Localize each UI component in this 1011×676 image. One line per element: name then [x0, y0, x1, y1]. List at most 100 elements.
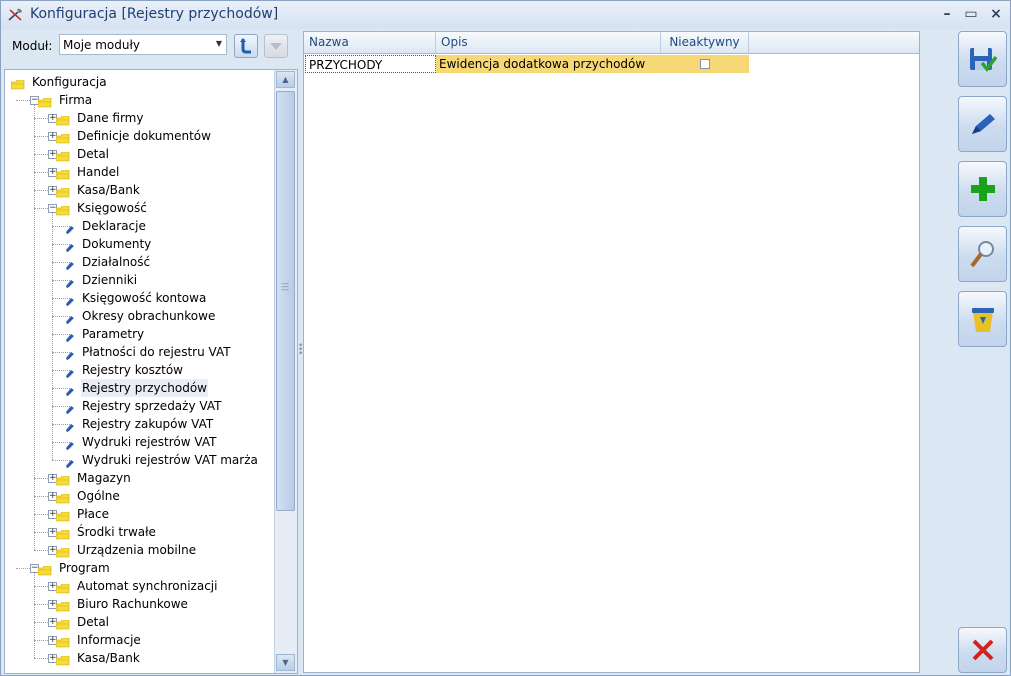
tree-folder[interactable]: − Program [5, 559, 273, 577]
cell-nazwa[interactable]: PRZYCHODY [305, 55, 436, 73]
folder-icon [37, 95, 52, 108]
module-secondary-button[interactable] [264, 34, 288, 58]
save-button[interactable] [958, 31, 1007, 87]
tree-folder[interactable]: − Firma [5, 91, 273, 109]
column-header-opis[interactable]: Opis [436, 32, 661, 53]
table-row[interactable]: PRZYCHODY Ewidencja dodatkowa przychodów [305, 55, 749, 73]
config-tree[interactable]: ▲ — — — ▼ Konfiguracja − Firma + Dane firmy + De… [4, 69, 298, 674]
tree-folder[interactable]: + Biuro Rachunkowe [5, 595, 273, 613]
tree-scrollbar[interactable]: ▲ — — — ▼ [274, 70, 297, 673]
tree-item-label: Wydruki rejestrów VAT [82, 435, 217, 449]
trash-icon [972, 308, 994, 332]
settings-leaf-icon [65, 383, 75, 396]
tree-folder[interactable]: − Księgowość [5, 199, 273, 217]
tree-item-label: Działalność [82, 255, 151, 269]
scroll-grip-icon: — — — [281, 279, 289, 294]
tree-folder[interactable]: + Magazyn [5, 469, 273, 487]
tree-item-label: Rejestry przychodów [81, 379, 208, 397]
tree-folder[interactable]: + Kasa/Bank [5, 649, 273, 667]
tree-item-label: Okresy obrachunkowe [82, 309, 216, 323]
settings-leaf-icon [65, 221, 75, 234]
tree-folder[interactable]: + Handel [5, 163, 273, 181]
tree-folder[interactable]: + Informacje [5, 631, 273, 649]
tree-item-label: Detal [77, 147, 110, 161]
preview-button[interactable] [958, 226, 1007, 282]
tree-leaf[interactable]: Rejestry zakupów VAT [5, 415, 273, 433]
tree-folder[interactable]: + Automat synchronizacji [5, 577, 273, 595]
tree-leaf[interactable]: Płatności do rejestru VAT [5, 343, 273, 361]
column-header-nazwa[interactable]: Nazwa [304, 32, 436, 53]
tree-folder[interactable]: + Kasa/Bank [5, 181, 273, 199]
tree-item-label: Urządzenia mobilne [77, 543, 197, 557]
tree-leaf[interactable]: Dokumenty [5, 235, 273, 253]
settings-leaf-icon [65, 437, 75, 450]
cell-nieaktywny[interactable] [661, 55, 749, 73]
minimize-button[interactable]: – [937, 5, 957, 23]
cell-opis[interactable]: Ewidencja dodatkowa przychodów [436, 55, 661, 73]
close-x-icon [972, 639, 994, 661]
folder-icon [55, 203, 70, 216]
scroll-down-icon[interactable]: ▼ [276, 654, 295, 671]
tree-folder[interactable]: + Detal [5, 613, 273, 631]
settings-leaf-icon [65, 239, 75, 252]
folder-icon [55, 149, 70, 162]
add-button[interactable] [958, 161, 1007, 217]
nieaktywny-checkbox[interactable] [700, 59, 710, 69]
tree-leaf[interactable]: Księgowość kontowa [5, 289, 273, 307]
tree-folder[interactable]: + Płace [5, 505, 273, 523]
chevron-down-icon: ▼ [215, 39, 222, 48]
tree-folder[interactable]: + Urządzenia mobilne [5, 541, 273, 559]
column-header-nieaktywny[interactable]: Nieaktywny [661, 32, 749, 53]
scroll-up-icon[interactable]: ▲ [276, 71, 295, 88]
settings-leaf-icon [65, 365, 75, 378]
folder-icon [55, 635, 70, 648]
maximize-button[interactable]: ▭ [961, 5, 981, 23]
records-grid[interactable]: Nazwa Opis Nieaktywny PRZYCHODY Ewidencj… [303, 31, 920, 673]
add-icon [971, 177, 995, 201]
splitter[interactable]: • • • [296, 29, 303, 675]
title-bar[interactable]: Konfiguracja [Rejestry przychodów] – ▭ × [1, 1, 1010, 29]
tree-leaf[interactable]: Rejestry sprzedaży VAT [5, 397, 273, 415]
tree-folder[interactable]: + Dane firmy [5, 109, 273, 127]
tree-leaf[interactable]: Okresy obrachunkowe [5, 307, 273, 325]
settings-leaf-icon [65, 311, 75, 324]
window-close-button[interactable]: × [986, 5, 1006, 23]
tree-folder[interactable]: + Detal [5, 145, 273, 163]
tree-item-label: Dokumenty [82, 237, 152, 251]
tree-leaf[interactable]: Deklaracje [5, 217, 273, 235]
folder-icon [55, 599, 70, 612]
module-select[interactable]: Moje moduły ▼ [59, 34, 227, 55]
config-window: Konfiguracja [Rejestry przychodów] – ▭ ×… [0, 0, 1011, 676]
delete-button[interactable] [958, 291, 1007, 347]
tree-leaf[interactable]: Działalność [5, 253, 273, 271]
tree-item-label: Płace [77, 507, 109, 521]
tree-item-label: Magazyn [77, 471, 131, 485]
close-button[interactable] [958, 627, 1007, 673]
folder-icon [55, 617, 70, 630]
settings-leaf-icon [65, 293, 75, 306]
grid-header: Nazwa Opis Nieaktywny [304, 32, 919, 54]
folder-icon [10, 77, 25, 90]
folder-icon [55, 653, 70, 666]
tree-leaf[interactable]: Parametry [5, 325, 273, 343]
folder-icon [55, 473, 70, 486]
folder-icon [55, 527, 70, 540]
tree-leaf[interactable]: Wydruki rejestrów VAT [5, 433, 273, 451]
folder-icon [55, 167, 70, 180]
tree-leaf[interactable]: Dzienniki [5, 271, 273, 289]
refresh-module-button[interactable] [234, 34, 258, 58]
edit-button[interactable] [958, 96, 1007, 152]
tree-folder[interactable]: Konfiguracja [5, 73, 273, 91]
tree-folder[interactable]: + Definicje dokumentów [5, 127, 273, 145]
tree-leaf[interactable]: Wydruki rejestrów VAT marża [5, 451, 273, 469]
return-arrow-icon [240, 38, 251, 54]
scroll-thumb[interactable] [276, 91, 295, 511]
tree-folder[interactable]: + Ogólne [5, 487, 273, 505]
tree-leaf[interactable]: Rejestry przychodów [5, 379, 273, 397]
folder-icon [55, 491, 70, 504]
tree-folder[interactable]: + Środki trwałe [5, 523, 273, 541]
tree-item-label: Wydruki rejestrów VAT marża [82, 453, 258, 467]
tree-item-label: Ogólne [77, 489, 120, 503]
tools-icon [8, 8, 22, 21]
tree-leaf[interactable]: Rejestry kosztów [5, 361, 273, 379]
